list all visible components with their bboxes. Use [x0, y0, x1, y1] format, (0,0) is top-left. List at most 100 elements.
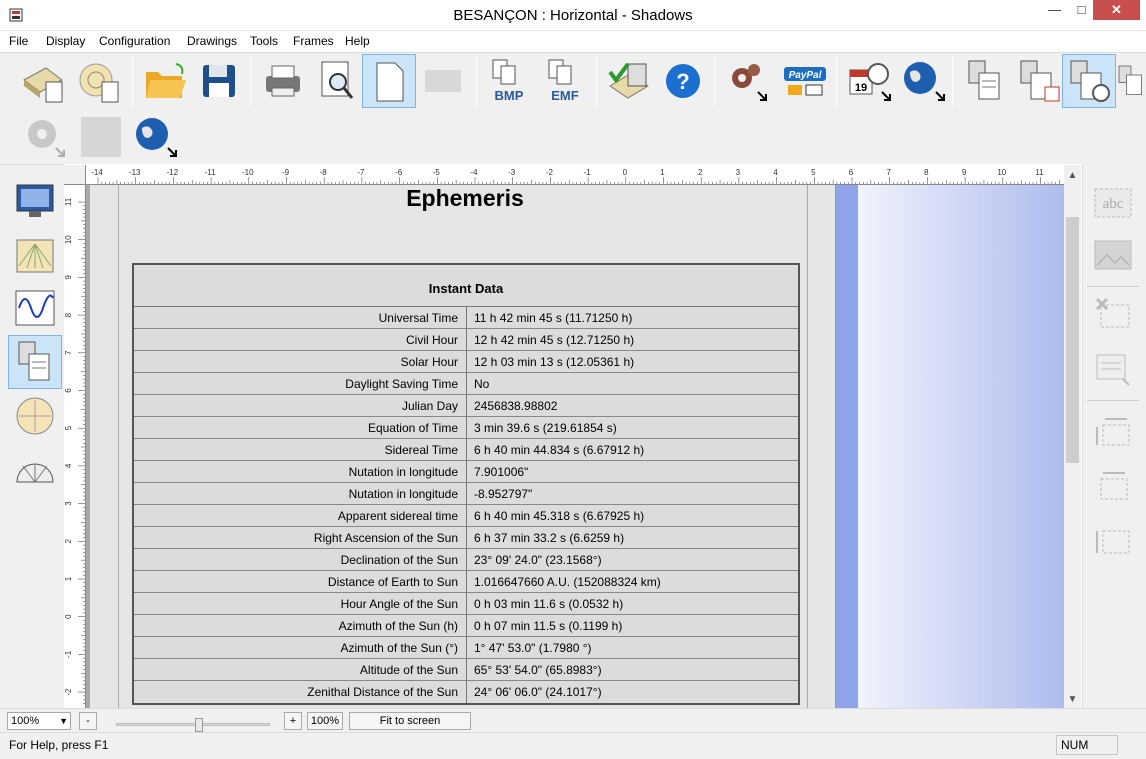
- ruler-label: 7: [886, 168, 891, 177]
- view-table-button[interactable]: [8, 174, 62, 228]
- status-help-text: For Help, press F1: [9, 738, 109, 752]
- settings-button[interactable]: [720, 54, 774, 108]
- row-label: Daylight Saving Time: [134, 373, 467, 394]
- ruler-label: 9: [962, 168, 967, 177]
- ephemeris-button[interactable]: [958, 54, 1012, 108]
- ruler-label: 2: [698, 168, 703, 177]
- ruler-label: 8: [924, 168, 929, 177]
- new-astrolabe-button[interactable]: [72, 54, 126, 108]
- calculator-clock-icon: [1070, 60, 1110, 102]
- title-bar: BESANÇON : Horizontal - Shadows — □ ✕: [0, 0, 1146, 31]
- menu-file[interactable]: File: [9, 34, 28, 48]
- row-value: 6 h 40 min 45.318 s (6.67925 h): [474, 509, 645, 523]
- zoom-reset-button[interactable]: 100%: [307, 712, 343, 730]
- new-sundial-button[interactable]: [16, 54, 70, 108]
- view-sphere-button[interactable]: [8, 389, 62, 443]
- fit-to-screen-button[interactable]: Fit to screen: [349, 712, 471, 730]
- row-label: Right Ascension of the Sun: [134, 527, 467, 548]
- print-button[interactable]: [256, 54, 310, 108]
- maximize-button[interactable]: □: [1068, 0, 1095, 22]
- ephemeris-date-button[interactable]: [1012, 54, 1066, 108]
- view-sundial-button[interactable]: [8, 229, 62, 283]
- menu-frames[interactable]: Frames: [293, 34, 334, 48]
- zoom-in-button[interactable]: +: [284, 712, 302, 730]
- resize-height-button[interactable]: [1088, 518, 1138, 568]
- resize-frame-button[interactable]: [1088, 406, 1138, 456]
- row-label: Sidereal Time: [134, 439, 467, 460]
- zoom-out-button[interactable]: -: [79, 712, 97, 730]
- zoom-slider-thumb[interactable]: [195, 718, 203, 732]
- export-bmp-button[interactable]: BMP: [482, 54, 536, 108]
- ruler-label: -7: [357, 168, 365, 177]
- table-row: Declination of the Sun 23° 09' 24.0" (23.…: [134, 549, 798, 571]
- row-value: No: [474, 377, 490, 391]
- minimize-button[interactable]: —: [1041, 0, 1068, 22]
- ruler-label: 4: [773, 168, 778, 177]
- table-row: Solar Hour 12 h 03 min 13 s (12.05361 h): [134, 351, 798, 373]
- globe-button[interactable]: [128, 110, 182, 164]
- ephemeris-title: Ephemeris: [406, 185, 524, 211]
- blank-disabled-button[interactable]: [74, 110, 128, 164]
- ruler-label: 7: [64, 350, 73, 355]
- frame-properties-button[interactable]: [1088, 344, 1138, 394]
- text-tool-button[interactable]: abc: [1088, 178, 1138, 228]
- view-semicircle-button[interactable]: [8, 443, 62, 497]
- print-preview-button[interactable]: [310, 54, 364, 108]
- validate-button[interactable]: [602, 54, 656, 108]
- row-label: Equation of Time: [134, 417, 467, 438]
- globe-icon: [136, 118, 177, 157]
- menu-tools[interactable]: Tools: [250, 34, 278, 48]
- row-value: 6 h 40 min 44.834 s (6.67912 h): [474, 443, 645, 457]
- scroll-up-arrow-icon[interactable]: ▲: [1064, 167, 1081, 184]
- page: Ephemeris Instant Data Universal Time 11 …: [90, 185, 836, 708]
- zoom-slider-track[interactable]: [116, 723, 270, 726]
- menu-drawings[interactable]: Drawings: [187, 34, 237, 48]
- table-row: Civil Hour 12 h 42 min 45 s (12.71250 h): [134, 329, 798, 351]
- disabled-tool-button[interactable]: [416, 54, 470, 108]
- scroll-down-arrow-icon[interactable]: ▼: [1064, 691, 1081, 708]
- ruler-label: 11: [64, 197, 73, 206]
- document-canvas[interactable]: Ephemeris Instant Data Universal Time 11 …: [86, 185, 1064, 708]
- svg-text:abc: abc: [1103, 196, 1124, 212]
- instant-data-table: Instant Data Universal Time 11 h 42 min 4…: [132, 263, 800, 705]
- ruler-label: 3: [64, 501, 73, 506]
- menu-display[interactable]: Display: [46, 34, 85, 48]
- bmp-export-icon: BMP: [492, 59, 524, 103]
- image-tool-button[interactable]: [1088, 230, 1138, 280]
- menu-help[interactable]: Help: [345, 34, 370, 48]
- zoom-select[interactable]: 100% ▼: [7, 712, 71, 730]
- check-calculator-icon: [608, 62, 649, 99]
- view-curve-button[interactable]: [8, 281, 62, 335]
- delete-frame-button[interactable]: [1088, 288, 1138, 338]
- ruler-corner: [64, 165, 86, 185]
- export-emf-button[interactable]: EMF: [538, 54, 592, 108]
- ruler-label: 2: [64, 539, 73, 544]
- vertical-scrollbar[interactable]: ▲ ▼: [1064, 165, 1081, 708]
- scroll-thumb[interactable]: [1066, 217, 1079, 463]
- row-value: 11 h 42 min 45 s (11.71250 h): [474, 311, 633, 325]
- row-value: 24° 06' 06.0" (24.1017°): [474, 685, 602, 699]
- ephemeris-instant-button[interactable]: [1062, 54, 1116, 108]
- menu-configuration[interactable]: Configuration: [99, 34, 170, 48]
- ephemeris-more-button[interactable]: [1116, 54, 1146, 108]
- vertical-ruler: 11109876543210-1-2: [64, 185, 86, 708]
- ruler-label: 10: [997, 168, 1006, 177]
- resize-height-icon: [1096, 530, 1130, 554]
- help-button[interactable]: ?: [656, 54, 710, 108]
- page-setup-button[interactable]: [362, 54, 416, 108]
- open-button[interactable]: [138, 54, 192, 108]
- close-button[interactable]: ✕: [1093, 0, 1140, 20]
- chevron-down-icon: ▼: [59, 716, 68, 726]
- row-value: 0 h 03 min 11.6 s (0.0532 h): [474, 597, 624, 611]
- ruler-label: 6: [64, 388, 73, 393]
- table-row: Universal Time 11 h 42 min 45 s (11.71250…: [134, 307, 798, 329]
- ruler-label: 8: [64, 312, 73, 317]
- save-button[interactable]: [192, 54, 246, 108]
- location-button[interactable]: [896, 54, 950, 108]
- date-time-button[interactable]: 19: [842, 54, 896, 108]
- view-ephemeris-button[interactable]: [8, 335, 62, 389]
- donate-paypal-button[interactable]: PayPal: [778, 54, 832, 108]
- ruler-label: -1: [584, 168, 592, 177]
- resize-width-button[interactable]: [1088, 460, 1138, 510]
- gear-disabled-button[interactable]: [18, 110, 72, 164]
